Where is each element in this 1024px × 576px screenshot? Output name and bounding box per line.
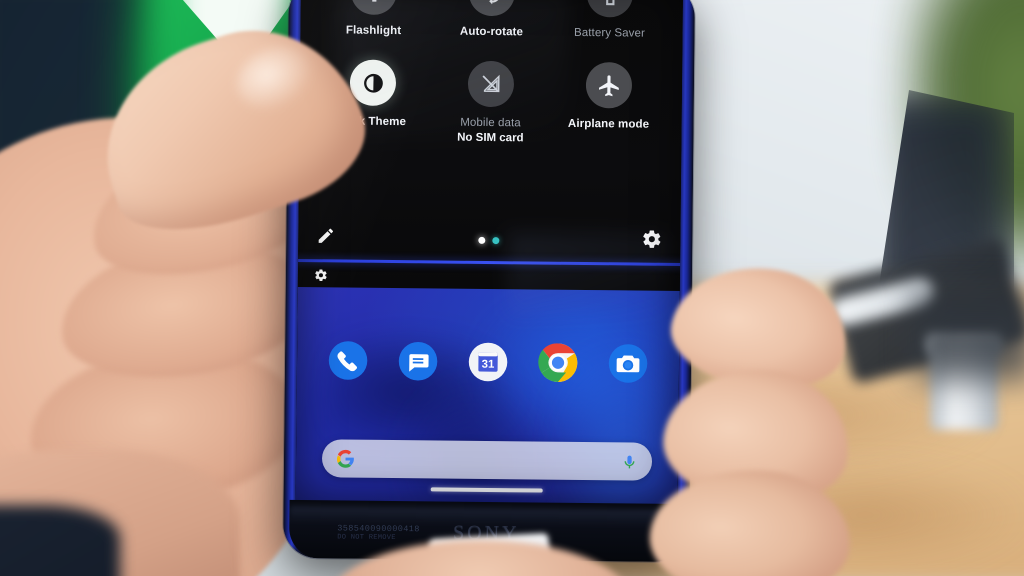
lower-thumb xyxy=(330,540,630,576)
foreground-hand xyxy=(0,0,1024,576)
thumb xyxy=(78,2,382,254)
screenshot-scene: Flashlight Auto-rotate Battery Saver Dar… xyxy=(0,0,1024,576)
